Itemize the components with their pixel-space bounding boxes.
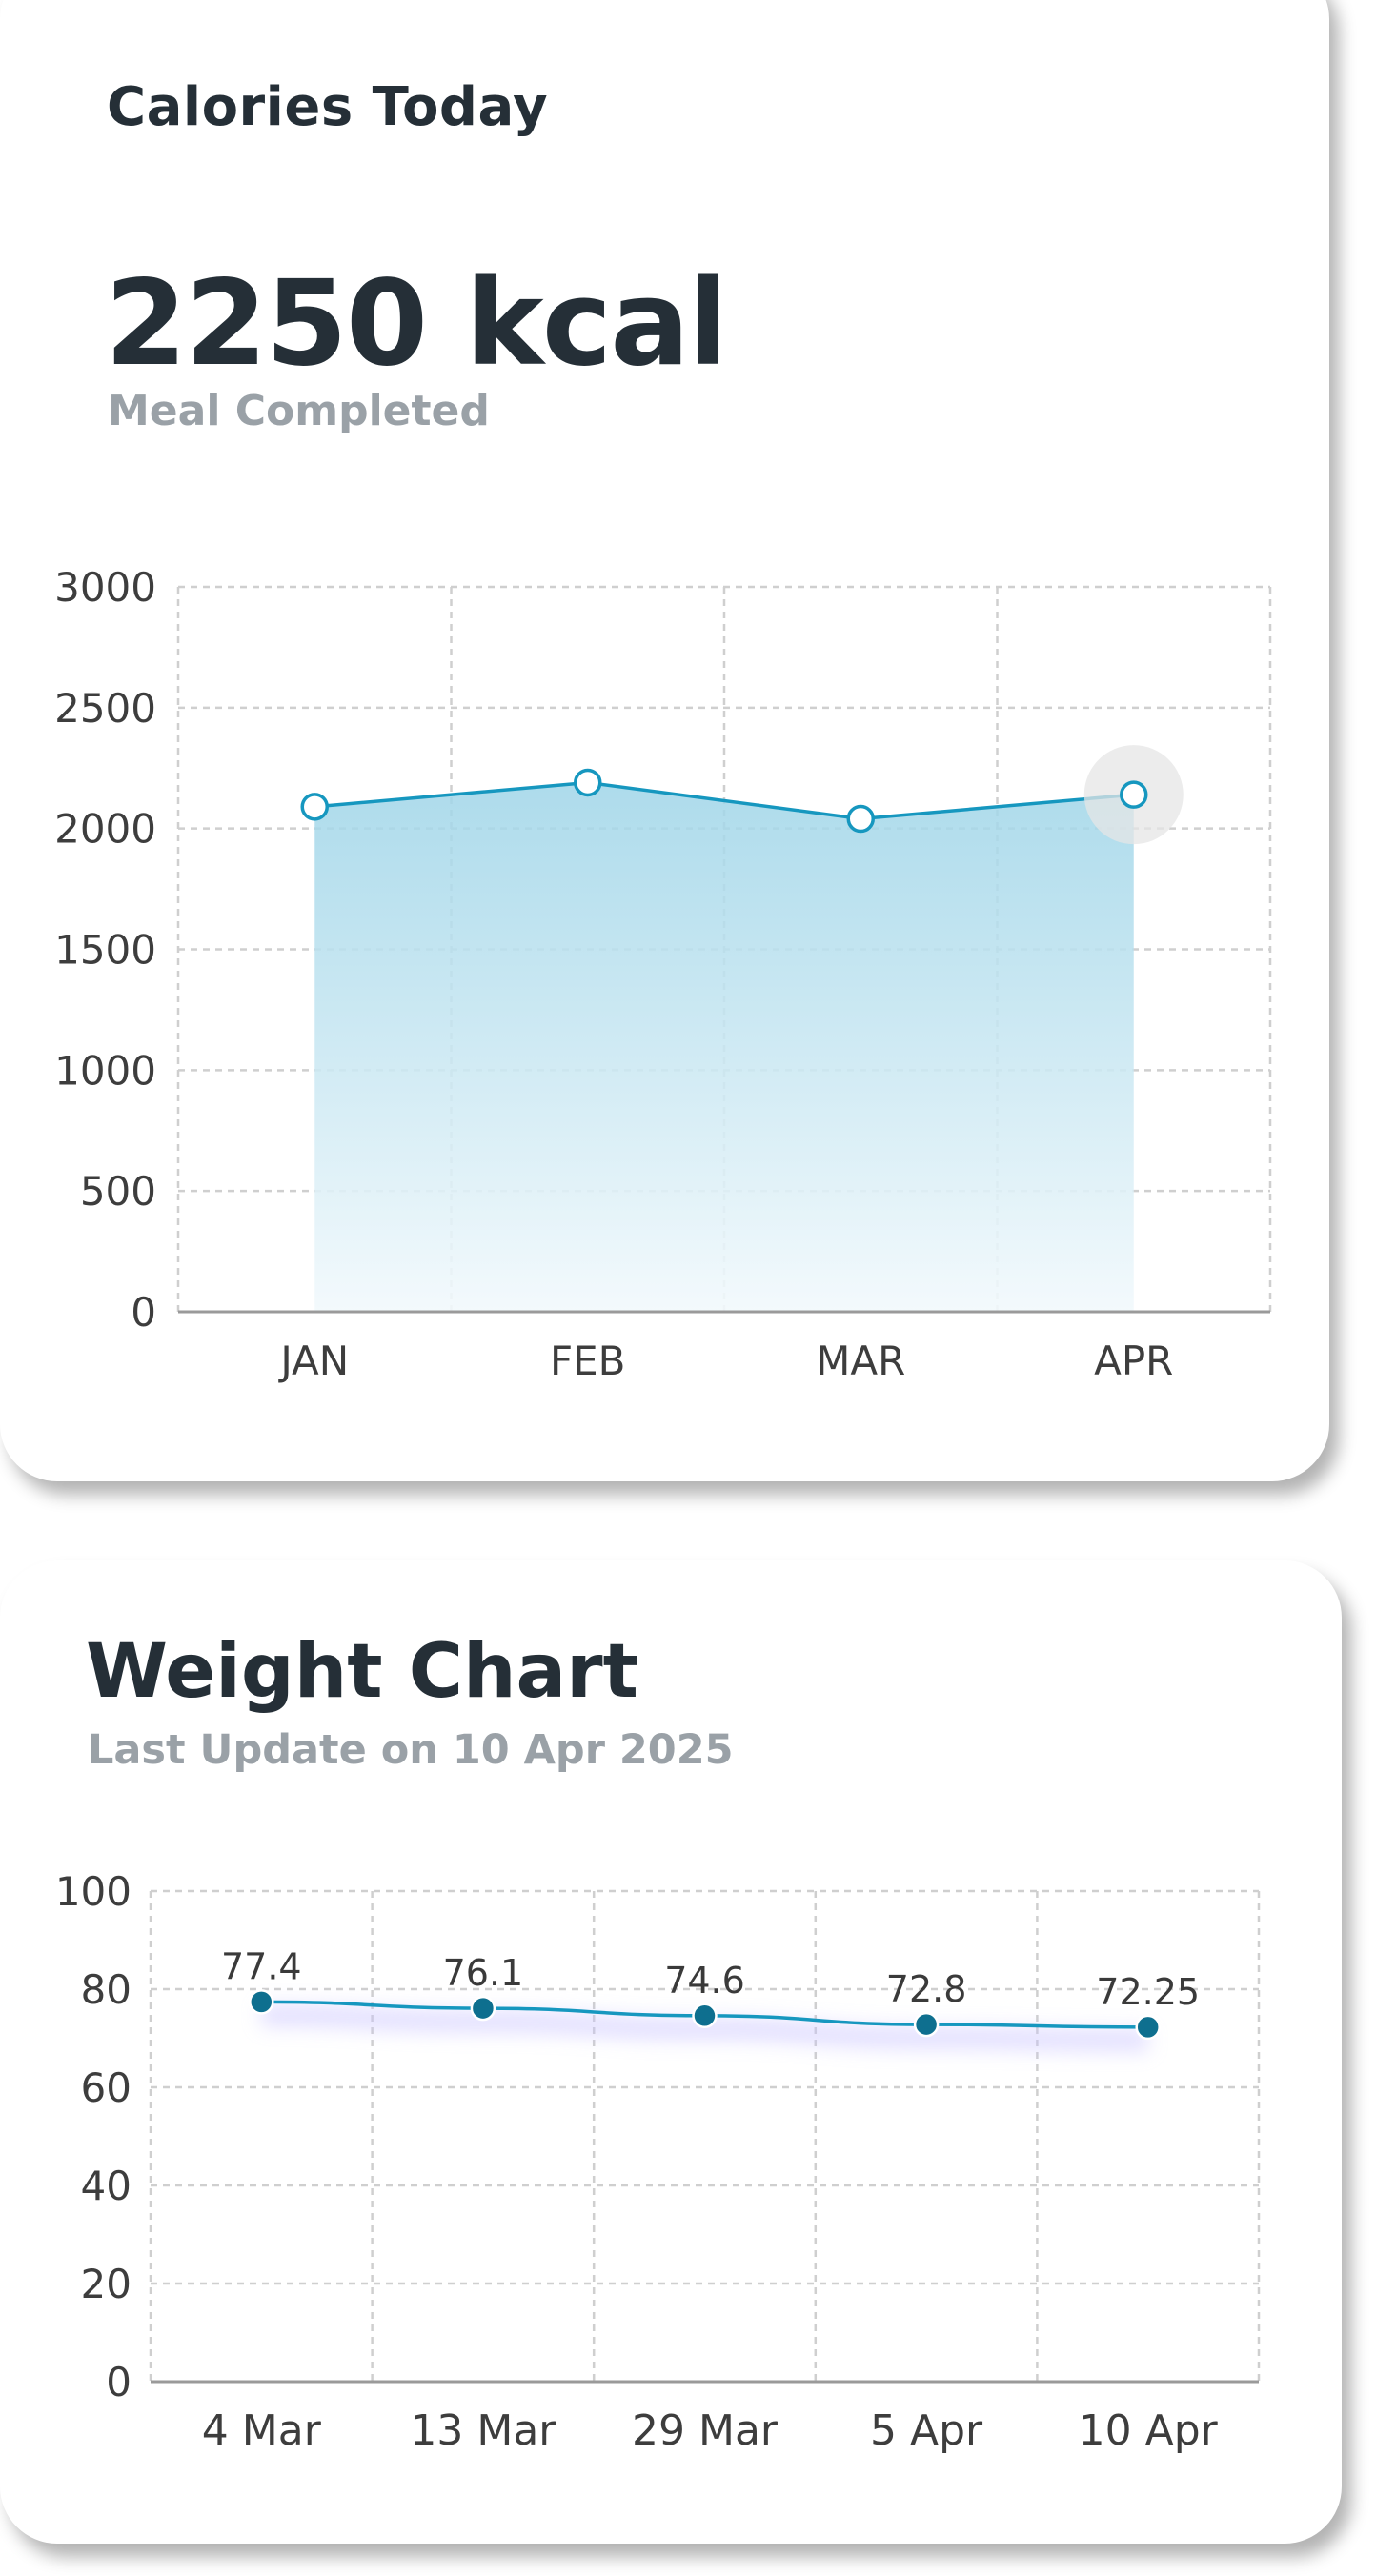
data-point: [1135, 2014, 1161, 2041]
data-label: 74.6: [664, 1960, 745, 2002]
x-tick-label: 10 Apr: [1079, 2406, 1219, 2455]
x-tick-label: 13 Mar: [410, 2406, 556, 2455]
y-tick-label: 100: [55, 1868, 132, 1915]
data-label: 76.1: [443, 1952, 524, 1994]
y-tick-label: 20: [81, 2261, 132, 2307]
data-label: 72.8: [886, 1968, 967, 2010]
data-label: 72.25: [1096, 1971, 1200, 2013]
x-tick-label: 4 Mar: [202, 2406, 322, 2455]
data-point: [249, 1989, 274, 2015]
y-tick-label: 60: [81, 2064, 132, 2111]
x-tick-label: 29 Mar: [632, 2406, 779, 2455]
data-label: 77.4: [221, 1945, 302, 1987]
y-tick-label: 80: [81, 1966, 132, 2013]
weight-chart: 0 20 40 60 80 100 77.4 76.1 74.6 72.8 72.25 4 Mar 13…: [55, 1868, 1261, 2455]
y-tick-label: 40: [81, 2163, 132, 2209]
data-point: [913, 2011, 940, 2038]
x-tick-label: 5 Apr: [870, 2406, 983, 2455]
data-point: [692, 2002, 718, 2029]
data-point: [470, 1995, 496, 2022]
y-tick-label: 0: [106, 2359, 132, 2405]
